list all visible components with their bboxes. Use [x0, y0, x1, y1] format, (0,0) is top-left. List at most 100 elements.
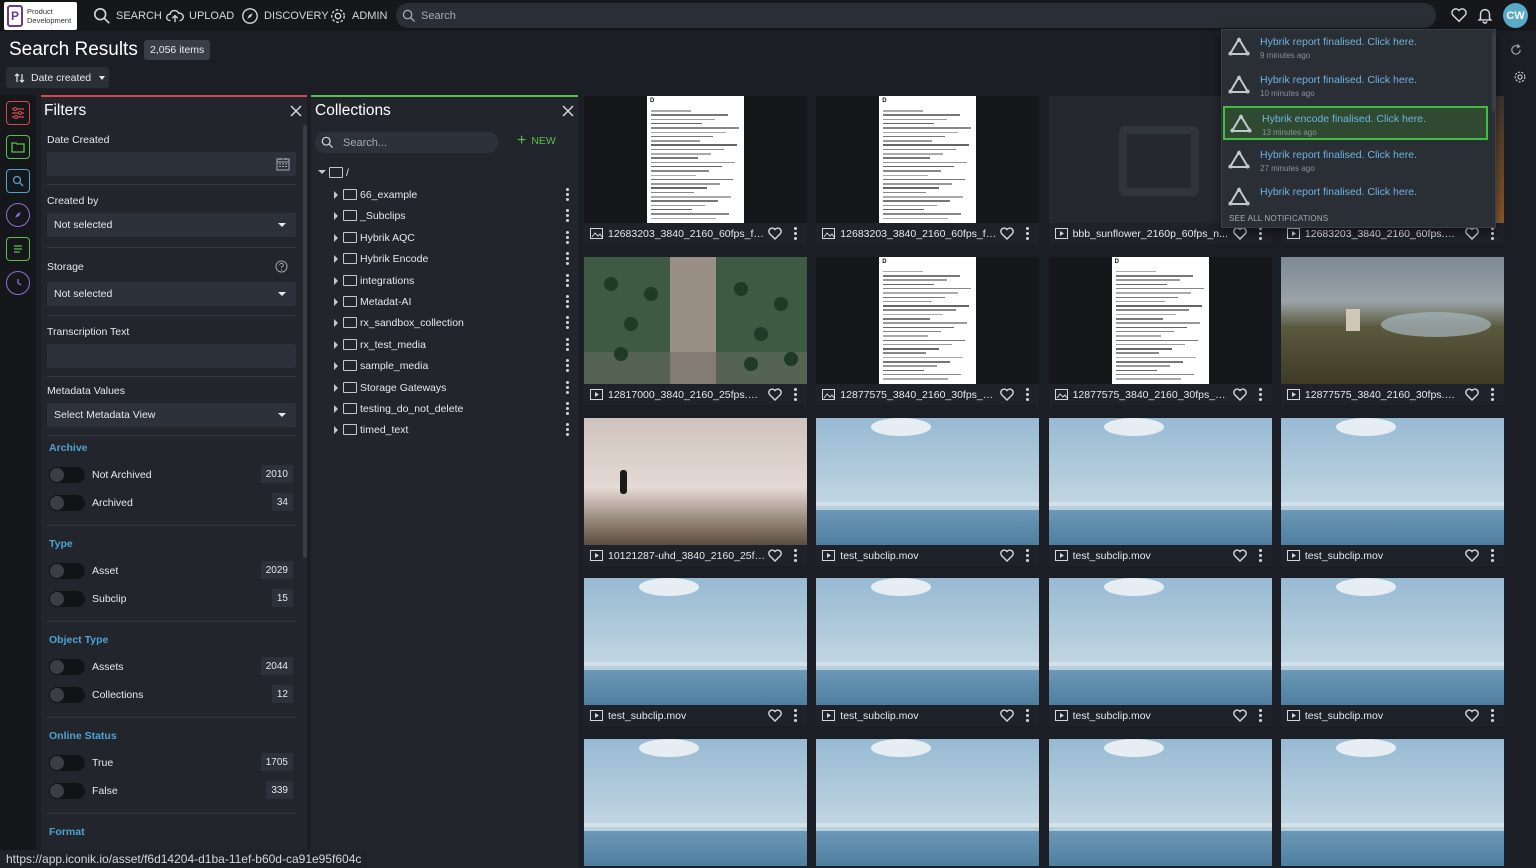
metadata-view-select[interactable]: Select Metadata View: [47, 403, 296, 427]
storage-select[interactable]: Not selected: [47, 282, 296, 306]
asset-more-options-icon[interactable]: [1490, 548, 1495, 563]
caret-right-icon[interactable]: [334, 383, 338, 392]
help-icon[interactable]: [275, 260, 288, 273]
caret-right-icon[interactable]: [334, 233, 338, 242]
transcription-input[interactable]: [47, 344, 296, 368]
asset-thumbnail[interactable]: [1280, 578, 1504, 706]
favorite-heart-icon[interactable]: [768, 549, 782, 562]
metadata-list-icon[interactable]: [6, 237, 30, 261]
facet-toggle[interactable]: [49, 687, 85, 703]
asset-thumbnail[interactable]: [584, 256, 807, 384]
asset-thumbnail[interactable]: [584, 417, 807, 545]
asset-thumbnail[interactable]: [1048, 739, 1272, 867]
asset-thumbnail[interactable]: [584, 739, 807, 867]
asset-thumbnail[interactable]: [1280, 417, 1504, 545]
asset-card[interactable]: test_subclip.mov: [1048, 417, 1272, 566]
caret-right-icon[interactable]: [334, 212, 338, 221]
asset-card[interactable]: 12877575_3840_2160_30fps.mp4: [1280, 256, 1504, 405]
favorite-heart-icon[interactable]: [1232, 227, 1247, 240]
favorite-heart-icon[interactable]: [1465, 227, 1479, 240]
tree-folder-item[interactable]: Metadat-AI: [334, 293, 574, 311]
facet-toggle[interactable]: [49, 755, 85, 771]
facet-toggle[interactable]: [49, 783, 85, 799]
asset-card[interactable]: 10121287-uhd_3840_2160_25fp...: [584, 417, 807, 566]
caret-right-icon[interactable]: [334, 319, 338, 328]
favorite-heart-icon[interactable]: [768, 388, 782, 401]
facet-toggle[interactable]: [49, 659, 85, 675]
asset-card[interactable]: [1280, 739, 1504, 868]
filters-scrollbar[interactable]: [303, 125, 307, 558]
discovery-compass-icon[interactable]: [6, 203, 30, 227]
view-settings-gear-icon[interactable]: [1513, 70, 1527, 84]
favorite-heart-icon[interactable]: [1232, 388, 1247, 401]
more-options-icon[interactable]: [566, 423, 570, 437]
notification-item[interactable]: Hybrik encode finalised. Click here. 13 m…: [1223, 106, 1488, 141]
asset-card[interactable]: test_subclip.mov: [1280, 578, 1504, 727]
facet-toggle[interactable]: [49, 467, 85, 483]
asset-more-options-icon[interactable]: [1490, 227, 1495, 241]
asset-more-options-icon[interactable]: [1490, 709, 1495, 723]
asset-more-options-icon[interactable]: [794, 387, 798, 402]
asset-thumbnail[interactable]: [1048, 578, 1272, 706]
notification-item[interactable]: Hybrik report finalised. Click here. 9 mi…: [1223, 31, 1488, 65]
facet-toggle[interactable]: [49, 591, 85, 607]
asset-card[interactable]: 12817000_3840_2160_25fps.mp4: [584, 256, 807, 405]
tree-root[interactable]: /: [318, 164, 574, 182]
nav-admin[interactable]: ADMIN: [329, 5, 387, 27]
asset-card[interactable]: test_subclip.mov: [584, 578, 807, 727]
tree-folder-item[interactable]: 66_example: [334, 186, 574, 204]
caret-right-icon[interactable]: [334, 405, 338, 413]
history-clock-icon[interactable]: [6, 271, 30, 295]
facet-row[interactable]: Not Archived 2010: [49, 465, 295, 485]
asset-card[interactable]: [1048, 739, 1272, 868]
caret-right-icon[interactable]: [334, 191, 338, 199]
asset-thumbnail[interactable]: [816, 739, 1040, 867]
tree-folder-item[interactable]: testing_do_not_delete: [334, 400, 574, 418]
user-avatar[interactable]: CW: [1503, 3, 1528, 28]
tree-folder-item[interactable]: timed_text: [334, 421, 574, 439]
date-created-input[interactable]: [47, 152, 296, 176]
asset-card[interactable]: [816, 739, 1040, 868]
asset-more-options-icon[interactable]: [794, 709, 798, 723]
tree-folder-item[interactable]: rx_test_media: [334, 336, 574, 354]
more-options-icon[interactable]: [566, 230, 570, 245]
more-options-icon[interactable]: [566, 252, 570, 266]
asset-thumbnail[interactable]: D: [584, 96, 807, 223]
tree-folder-item[interactable]: Storage Gateways: [334, 379, 574, 397]
facet-row[interactable]: Collections 12: [49, 685, 295, 705]
tree-folder-item[interactable]: sample_media: [334, 357, 574, 375]
global-search-input[interactable]: Search: [396, 3, 1436, 28]
asset-more-options-icon[interactable]: [1026, 548, 1030, 563]
asset-thumbnail[interactable]: D: [1048, 256, 1272, 384]
asset-card[interactable]: test_subclip.mov: [816, 417, 1040, 566]
collections-folder-icon[interactable]: [6, 135, 30, 159]
asset-more-options-icon[interactable]: [1490, 387, 1495, 402]
nav-search[interactable]: SEARCH: [93, 5, 162, 27]
tree-folder-item[interactable]: rx_sandbox_collection: [334, 314, 574, 332]
saved-search-icon[interactable]: [6, 169, 30, 193]
asset-card[interactable]: D 12683203_3840_2160_60fps_f6f...: [816, 96, 1040, 244]
facet-row[interactable]: False 339: [49, 781, 295, 801]
favorite-heart-icon[interactable]: [1000, 549, 1015, 562]
asset-thumbnail[interactable]: D: [816, 256, 1040, 384]
bell-icon[interactable]: [1476, 6, 1494, 24]
close-icon[interactable]: [289, 104, 303, 118]
asset-thumbnail[interactable]: [816, 417, 1040, 545]
nav-upload[interactable]: UPLOAD: [166, 5, 234, 27]
asset-thumbnail[interactable]: [1048, 417, 1272, 545]
more-options-icon[interactable]: [566, 209, 570, 223]
asset-card[interactable]: [584, 739, 807, 868]
asset-card[interactable]: test_subclip.mov: [816, 578, 1040, 727]
asset-more-options-icon[interactable]: [1258, 227, 1263, 241]
asset-card[interactable]: D 12683203_3840_2160_60fps_f6f...: [584, 96, 807, 244]
asset-card[interactable]: test_subclip.mov: [1048, 578, 1272, 727]
asset-thumbnail[interactable]: [1280, 256, 1504, 384]
facet-row[interactable]: Archived 34: [49, 493, 295, 513]
more-options-icon[interactable]: [566, 316, 570, 330]
refresh-icon[interactable]: [1509, 43, 1523, 57]
favorite-heart-icon[interactable]: [1000, 388, 1015, 401]
tree-folder-item[interactable]: Hybrik AQC: [334, 229, 574, 247]
favorite-heart-icon[interactable]: [1465, 549, 1479, 562]
asset-card[interactable]: D 12877575_3840_2160_30fps_64...: [1048, 256, 1272, 405]
favorite-heart-icon[interactable]: [768, 227, 782, 240]
